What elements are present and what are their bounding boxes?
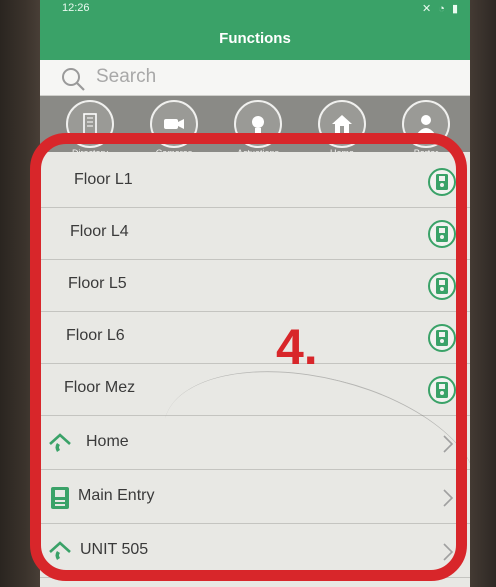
- category-home[interactable]: Home: [314, 100, 370, 158]
- list-item-home[interactable]: Home: [40, 418, 470, 470]
- list-item-floor-l1[interactable]: Floor L1: [40, 156, 470, 208]
- intercom-panel-icon: [436, 174, 448, 190]
- status-icons: ✕ ◔ ▮: [421, 3, 460, 15]
- intercom-panel-icon: [436, 382, 448, 398]
- search-icon: [62, 68, 85, 91]
- intercom-call-button[interactable]: [428, 376, 456, 404]
- intercom-call-button[interactable]: [428, 220, 456, 248]
- list-item-label: Floor Mez: [64, 379, 136, 396]
- intercom-call-button[interactable]: [428, 168, 456, 196]
- list-item-floor-mez[interactable]: Floor Mez: [40, 364, 470, 416]
- status-time: 12:26: [62, 2, 90, 14]
- category-cameras[interactable]: Cameras: [146, 100, 202, 158]
- intercom-panel-icon: [436, 226, 448, 242]
- building-icon: [66, 100, 114, 148]
- status-bar: 12:26 ✕ ◔ ▮: [40, 0, 470, 18]
- list-item-label: Home: [86, 433, 129, 450]
- list-item-floor-l5[interactable]: Floor L5: [40, 260, 470, 312]
- list-item-label: UNIT 505: [80, 541, 149, 558]
- porter-icon: [402, 100, 450, 148]
- category-directory[interactable]: Directory: [62, 100, 118, 158]
- intercom-panel-icon: [51, 487, 69, 509]
- list-item-label: Floor L6: [66, 327, 125, 344]
- category-bar: Directory Cameras Actuations Home Porter: [40, 96, 470, 158]
- list-item-label: Floor L5: [68, 275, 127, 292]
- app-header: 12:26 ✕ ◔ ▮ Functions: [40, 0, 470, 60]
- chevron-right-icon: [443, 489, 454, 507]
- annotation-step-number: 4.: [276, 319, 318, 375]
- lightbulb-icon: [234, 100, 282, 148]
- device-bezel-left: [0, 0, 42, 587]
- list-item-label: Floor L1: [74, 171, 133, 188]
- home-phone-icon: [49, 433, 71, 452]
- search-bar[interactable]: Search: [40, 60, 470, 96]
- function-list: Floor L1 Floor L4 Floor L5 Floor L6 Floo…: [40, 152, 470, 587]
- page-title: Functions: [219, 30, 291, 47]
- phone-screen: 12:26 ✕ ◔ ▮ Functions Search Directory C…: [40, 0, 470, 587]
- list-item-main-entry[interactable]: Main Entry: [40, 472, 470, 524]
- category-actuations[interactable]: Actuations: [230, 100, 286, 158]
- chevron-right-icon: [443, 435, 454, 453]
- list-item-label: Main Entry: [78, 487, 155, 504]
- category-porter[interactable]: Porter: [398, 100, 454, 158]
- intercom-panel-icon: [436, 330, 448, 346]
- home-phone-icon: [49, 541, 71, 560]
- intercom-call-button[interactable]: [428, 324, 456, 352]
- home-icon: [318, 100, 366, 148]
- intercom-call-button[interactable]: [428, 272, 456, 300]
- list-item-floor-l6[interactable]: Floor L6: [40, 312, 470, 364]
- search-input[interactable]: Search: [96, 66, 156, 88]
- intercom-panel-icon: [436, 278, 448, 294]
- camera-icon: [150, 100, 198, 148]
- list-item-floor-l4[interactable]: Floor L4: [40, 208, 470, 260]
- list-item-unit-505[interactable]: UNIT 505: [40, 526, 470, 578]
- list-item-label: Floor L4: [70, 223, 129, 240]
- chevron-right-icon: [443, 543, 454, 561]
